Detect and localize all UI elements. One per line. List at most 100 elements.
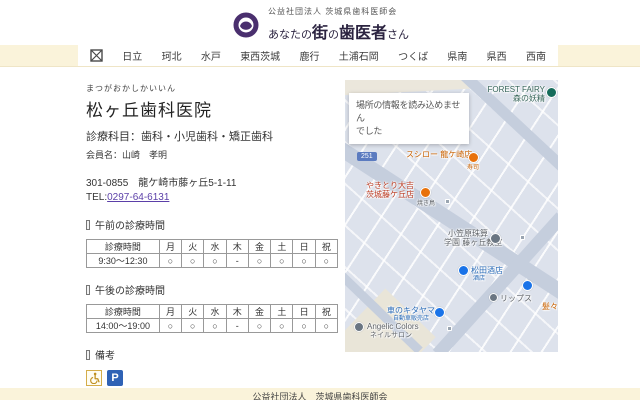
- poi-marker[interactable]: [354, 322, 364, 332]
- page-footer: 公益社団法人 茨城県歯科医師会: [0, 388, 640, 400]
- poi-marker[interactable]: [468, 152, 479, 163]
- clinic-tel-line: TEL:0297-64-6131: [86, 192, 342, 203]
- poi-marker[interactable]: [420, 187, 431, 198]
- nav-item-seinan[interactable]: 西南: [526, 48, 546, 63]
- morning-hours-heading: 午前の診療時間: [86, 217, 342, 232]
- poi-sublabel: 酒店: [473, 276, 486, 282]
- section-bar-icon: [86, 349, 90, 360]
- site-title: あなたの街の歯医者さん: [268, 19, 409, 43]
- nav-item-tsukuba[interactable]: つくば: [398, 48, 428, 63]
- region-nav-items: 日立 珂北 水戸 東西茨城 鹿行 土浦石岡 つくば 県南 県西 西南: [78, 45, 558, 66]
- remarks-heading: 備考: [86, 347, 342, 362]
- logo-text: 公益社団法人 茨城県歯科医師会 あなたの街の歯医者さん: [268, 6, 409, 43]
- site-logo[interactable]: 公益社団法人 茨城県歯科医師会 あなたの街の歯医者さん: [231, 6, 409, 43]
- day-header: 土: [270, 239, 294, 254]
- region-map-icon[interactable]: [90, 49, 103, 62]
- poi-marker[interactable]: [489, 293, 498, 302]
- mark-cell: ○: [158, 318, 183, 333]
- poi-marker[interactable]: [522, 280, 533, 291]
- route-251-badge: 251: [357, 152, 377, 161]
- title-part: さん: [387, 29, 410, 41]
- title-part: の: [328, 29, 339, 41]
- mark-cell: -: [225, 253, 249, 268]
- poi-marker[interactable]: [490, 233, 501, 244]
- clinic-name: 松ヶ丘歯科医院: [86, 101, 212, 120]
- clinic-departments: 診療科目：歯科・小児歯科・矯正歯科: [86, 131, 273, 143]
- mark-cell: ○: [247, 253, 272, 268]
- tel-label: TEL:: [86, 192, 108, 203]
- mark-cell: ○: [314, 318, 339, 333]
- afternoon-hours-title: 午後の診療時間: [95, 286, 165, 297]
- footer-text: 公益社団法人 茨城県歯科医師会: [252, 392, 388, 400]
- time-header-cell: 診療時間: [86, 304, 160, 319]
- morning-hours-title: 午前の診療時間: [95, 221, 165, 232]
- nav-item-kahoku[interactable]: 珂北: [162, 48, 182, 63]
- poi-label: Angelic Colors: [367, 322, 419, 331]
- day-header: 水: [203, 239, 227, 254]
- poi-label: スシロー 龍ケ崎店: [406, 150, 473, 159]
- region-navbar: 日立 珂北 水戸 東西茨城 鹿行 土浦石岡 つくば 県南 県西 西南: [0, 45, 640, 67]
- wheelchair-accessible-icon: [86, 370, 102, 386]
- afternoon-schedule-table: 診療時間 月 火 水 木 金 土 日 祝 14:00～19:00 ○ ○ ○ -…: [86, 304, 339, 333]
- nav-item-hitachi[interactable]: 日立: [122, 48, 142, 63]
- day-header: 火: [181, 304, 205, 319]
- poi-marker[interactable]: [458, 265, 469, 276]
- mark-cell: ○: [270, 318, 294, 333]
- nav-item-kensei[interactable]: 県西: [487, 48, 507, 63]
- title-part: 歯医者: [339, 25, 388, 42]
- poi-label: 松田酒店: [471, 266, 503, 275]
- day-header: 土: [270, 304, 294, 319]
- day-header: 月: [158, 239, 183, 254]
- mark-cell: ○: [292, 318, 316, 333]
- mark-cell: ○: [247, 318, 272, 333]
- title-part: 街: [311, 25, 328, 42]
- day-header: 水: [203, 304, 227, 319]
- afternoon-hours-heading: 午後の診療時間: [86, 282, 342, 297]
- map-error-popup: 場所の情報を読み込めません でした: [349, 93, 469, 144]
- map-canvas[interactable]: 251 FOREST FAIRY 森の妖精 広東料理 スシロー 龍ケ崎店 寿司 …: [345, 80, 558, 352]
- poi-marker[interactable]: [434, 307, 445, 318]
- nav-item-mito[interactable]: 水戸: [201, 48, 221, 63]
- mark-cell: ○: [203, 318, 227, 333]
- page: 公益社団法人 茨城県歯科医師会 あなたの街の歯医者さん 日立 珂北 水戸 東西茨…: [0, 0, 640, 400]
- amenity-icons: P: [86, 370, 342, 386]
- day-header: 祝: [314, 239, 339, 254]
- remarks-title: 備考: [95, 351, 115, 362]
- transit-stop-icon: [445, 199, 450, 204]
- day-header: 金: [247, 304, 272, 319]
- day-header: 金: [247, 239, 272, 254]
- poi-sublabel: 寿司: [467, 165, 480, 171]
- table-row: 14:00～19:00 ○ ○ ○ - ○ ○ ○ ○: [86, 318, 339, 333]
- transit-stop-icon: [447, 326, 452, 331]
- clinic-furigana: まつがおかしかいいん: [86, 84, 176, 93]
- parking-icon: P: [107, 370, 123, 386]
- clinic-info: まつがおかしかいいん 松ヶ丘歯科医院 診療科目：歯科・小児歯科・矯正歯科 会員名…: [86, 83, 342, 400]
- poi-label: リップス: [500, 294, 532, 303]
- title-part: あなたの: [267, 29, 312, 41]
- mark-cell: ○: [181, 253, 205, 268]
- organization-name: 公益社団法人 茨城県歯科医師会: [267, 7, 398, 16]
- section-bar-icon: [86, 284, 90, 295]
- nav-item-tsuchiura-ishioka[interactable]: 土浦石岡: [339, 48, 379, 63]
- nav-item-kennan[interactable]: 県南: [447, 48, 467, 63]
- nav-item-rokko[interactable]: 鹿行: [299, 48, 319, 63]
- nav-item-tozai-ibaraki[interactable]: 東西茨城: [240, 48, 280, 63]
- section-bar-icon: [86, 219, 90, 230]
- site-header: 公益社団法人 茨城県歯科医師会 あなたの街の歯医者さん: [0, 6, 640, 43]
- day-header: 火: [181, 239, 205, 254]
- tel-link[interactable]: 0297-64-6131: [107, 192, 169, 203]
- poi-sublabel: 焼き鳥: [417, 201, 436, 207]
- poi-label: FOREST FAIRY 森の妖精: [487, 85, 546, 103]
- clinic-member-name: 会員名：山崎 孝明: [86, 150, 168, 160]
- day-header: 月: [158, 304, 183, 319]
- mark-cell: ○: [270, 253, 294, 268]
- transit-stop-icon: [520, 235, 525, 240]
- map-error-line2: でした: [356, 126, 383, 136]
- poi-marker[interactable]: [546, 87, 557, 98]
- table-header-row: 診療時間 月 火 水 木 金 土 日 祝: [86, 239, 339, 254]
- morning-schedule-table: 診療時間 月 火 水 木 金 土 日 祝 9:30～12:30 ○ ○ ○ - …: [86, 239, 339, 268]
- mark-cell: ○: [181, 318, 205, 333]
- map-error-line1: 場所の情報を読み込めません: [356, 100, 461, 123]
- time-header-cell: 診療時間: [86, 239, 160, 254]
- table-row: 9:30～12:30 ○ ○ ○ - ○ ○ ○ ○: [86, 253, 339, 268]
